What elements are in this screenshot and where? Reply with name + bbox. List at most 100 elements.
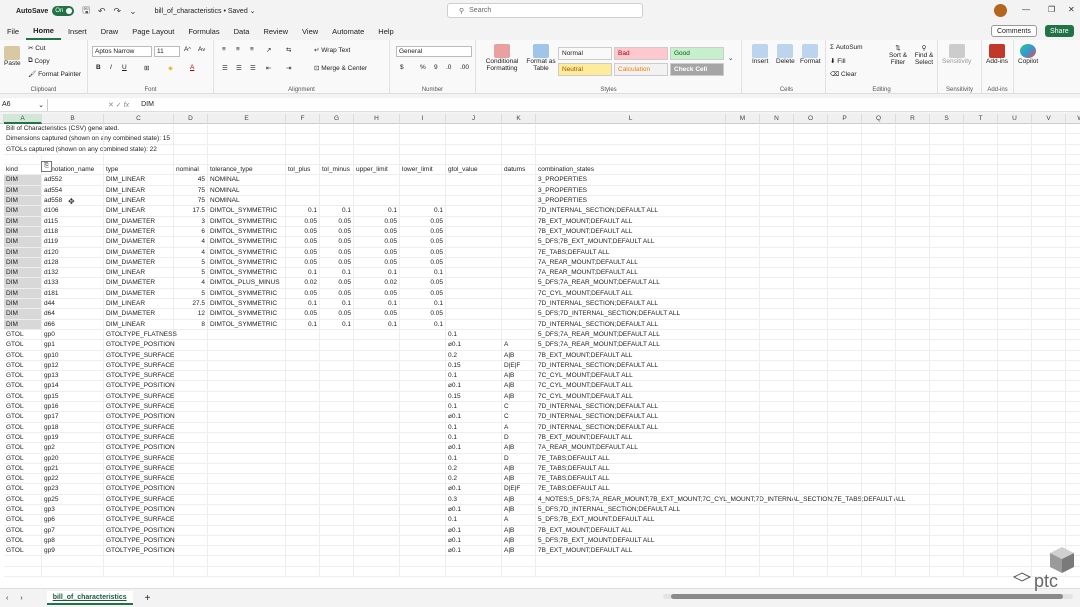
cell-e42[interactable] [208,546,286,557]
cell-r3[interactable] [896,144,930,155]
cell-m43[interactable] [726,556,760,567]
copy-button[interactable]: ⧉ Copy [28,57,50,65]
cell-c8[interactable]: DIM_LINEAR [104,196,174,207]
cell-t4[interactable] [964,154,998,166]
cell-n1[interactable] [760,124,794,135]
cell-t28[interactable] [964,402,998,413]
cell-b1[interactable] [42,124,104,135]
cell-b23[interactable]: gp10 [42,350,104,361]
cell-a1[interactable]: Bill of Characteristics (CSV) generated. [4,124,119,135]
cell-r44[interactable] [896,566,930,578]
cell-v30[interactable] [1032,422,1066,433]
cell-f36[interactable] [286,484,320,495]
cell-s32[interactable] [930,443,964,454]
column-header-q[interactable]: Q [862,114,896,124]
cell-l27[interactable]: 7C_CYL_MOUNT;DEFAULT ALL [536,391,726,403]
cell-s30[interactable] [930,422,964,433]
cell-h11[interactable]: 0.05 [354,226,400,238]
cell-s41[interactable] [930,535,964,547]
cell-s22[interactable] [930,340,964,351]
cell-l10[interactable]: 7B_EXT_MOUNT;DEFAULT ALL [536,216,726,227]
cell-n20[interactable] [760,319,794,330]
cell-e10[interactable]: DIMTOL_SYMMETRIC [208,216,286,227]
cell-u32[interactable] [998,443,1032,454]
bold-icon[interactable]: B [96,64,101,71]
cell-d8[interactable]: 75 [174,196,208,207]
cell-a2[interactable]: Dimensions captured (shown on any combin… [4,134,170,145]
cell-b15[interactable]: d132 [42,268,104,279]
cell-c36[interactable]: GTOLTYPE_POSITION [104,484,175,495]
cell-l35[interactable]: 7E_TABS;DEFAULT ALL [536,474,726,485]
cell-t33[interactable] [964,453,998,464]
cell-h27[interactable] [354,391,400,403]
cell-h43[interactable] [354,556,400,567]
cell-q24[interactable] [862,360,896,372]
cell-o11[interactable] [794,226,828,238]
cell-g22[interactable] [320,340,354,351]
cell-u29[interactable] [998,412,1032,423]
cell-k22[interactable]: A [502,340,536,351]
redo-icon[interactable]: ↷ [114,6,122,17]
cell-w25[interactable] [1066,371,1080,382]
cell-j36[interactable]: ⌀0.1 [446,484,502,495]
cell-r18[interactable] [896,299,930,310]
cell-o26[interactable] [794,381,828,392]
cell-v12[interactable] [1032,237,1066,248]
cell-b6[interactable]: ad552 [42,175,104,186]
cell-t3[interactable] [964,144,998,155]
paste-button[interactable]: Paste [4,46,21,67]
cell-q19[interactable] [862,309,896,320]
cell-b41[interactable]: gp8 [42,535,104,547]
cell-r43[interactable] [896,556,930,567]
cell-f8[interactable] [286,196,320,207]
cell-e24[interactable] [208,360,286,372]
cell-k41[interactable]: A|B [502,535,536,547]
cell-n19[interactable] [760,309,794,320]
cell-d15[interactable]: 5 [174,268,208,279]
cell-d18[interactable]: 27.5 [174,299,208,310]
cell-t14[interactable] [964,257,998,269]
cell-s31[interactable] [930,432,964,444]
cell-r12[interactable] [896,237,930,248]
cell-c2[interactable] [104,134,174,145]
cell-g20[interactable]: 0.1 [320,319,354,330]
cell-r4[interactable] [896,154,930,166]
cell-b11[interactable]: d118 [42,226,104,238]
cell-t16[interactable] [964,278,998,289]
cell-h21[interactable] [354,329,400,341]
cell-w11[interactable] [1066,227,1080,238]
cell-m4[interactable] [726,154,760,166]
cell-t42[interactable] [964,546,998,557]
cell-j8[interactable] [446,196,502,207]
cell-f40[interactable] [286,525,320,536]
cell-b27[interactable]: gp15 [42,391,104,403]
cell-o42[interactable] [794,546,828,557]
cell-m15[interactable] [726,268,760,279]
cell-l9[interactable]: 7D_INTERNAL_SECTION;DEFAULT ALL [536,206,726,217]
cell-u23[interactable] [998,350,1032,361]
addins-button[interactable]: Add-ins [986,44,1008,65]
cell-o29[interactable] [794,412,828,423]
cell-b9[interactable]: d106 [42,206,104,217]
cell-g29[interactable] [320,412,354,423]
cell-c40[interactable]: GTOLTYPE_POSITION [104,525,175,536]
cell-f28[interactable] [286,402,320,413]
cell-s37[interactable] [930,494,964,505]
menu-review[interactable]: Review [256,22,295,40]
column-header-r[interactable]: R [896,114,930,124]
cell-o34[interactable] [794,463,828,475]
cell-m1[interactable] [726,124,760,135]
cell-j7[interactable] [446,185,502,197]
cell-e32[interactable] [208,443,286,454]
cell-o25[interactable] [794,371,828,382]
cell-q11[interactable] [862,226,896,238]
cell-i13[interactable]: 0.05 [400,247,446,258]
cell-k7[interactable] [502,185,536,197]
cell-s10[interactable] [930,216,964,227]
cell-i19[interactable]: 0.05 [400,309,446,320]
cell-r41[interactable] [896,535,930,547]
insert-cells-button[interactable]: Insert [752,44,768,65]
cell-e19[interactable]: DIMTOL_SYMMETRIC [208,309,286,320]
cell-n6[interactable] [760,175,794,186]
cell-l16[interactable]: 5_DFS;7A_REAR_MOUNT;DEFAULT ALL [536,278,726,289]
